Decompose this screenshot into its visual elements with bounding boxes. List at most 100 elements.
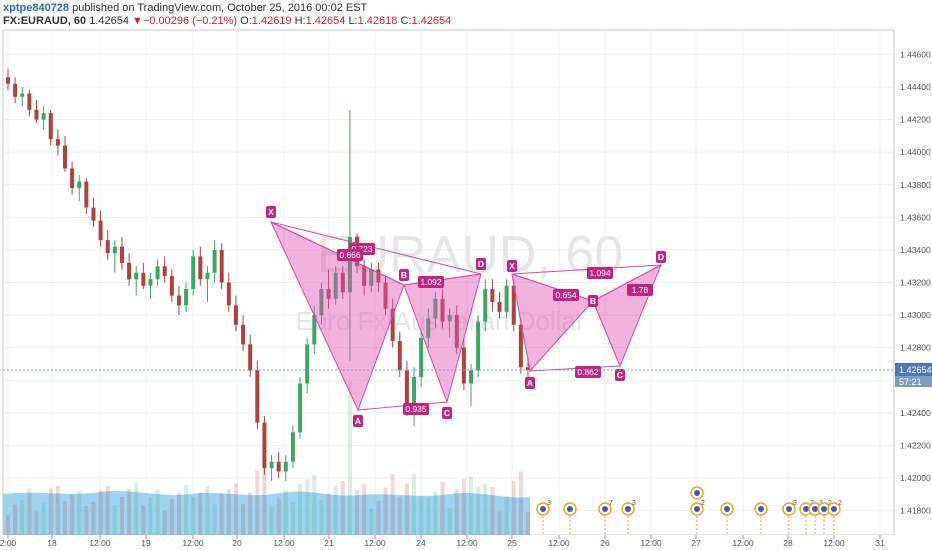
candle-body[interactable]	[290, 432, 295, 462]
candle-body[interactable]	[70, 168, 75, 189]
price-tick-label: 1.43000	[900, 310, 931, 320]
candle-body[interactable]	[262, 422, 267, 469]
volume-bar	[248, 492, 253, 535]
time-axis[interactable]	[0, 535, 894, 550]
time-tick-label: 26	[600, 538, 610, 548]
candle-body[interactable]	[504, 285, 509, 312]
candle-body[interactable]	[62, 145, 67, 169]
volume-bar	[91, 501, 96, 535]
candle-body[interactable]	[91, 207, 96, 221]
candle-body[interactable]	[233, 305, 238, 325]
candle-body[interactable]	[248, 344, 253, 371]
volume-bar	[105, 485, 110, 535]
volume-bar	[276, 498, 281, 535]
volume-bar	[226, 489, 231, 535]
candle-body[interactable]	[298, 383, 303, 433]
candle-body[interactable]	[490, 289, 495, 303]
volume-bar	[412, 473, 417, 535]
volume-bar	[483, 484, 488, 535]
candle-body[interactable]	[241, 324, 246, 345]
event-count: 3	[793, 500, 797, 507]
candle-body[interactable]	[84, 181, 89, 208]
candle-body[interactable]	[469, 370, 474, 384]
volume-bar	[98, 490, 103, 535]
volume-bar	[362, 484, 367, 535]
candle-body[interactable]	[276, 461, 281, 472]
calendar-event-dot	[694, 506, 700, 512]
candle-body[interactable]	[184, 289, 189, 306]
volume-bar	[20, 500, 25, 535]
candle-body[interactable]	[283, 461, 288, 472]
volume-bar	[504, 496, 509, 535]
volume-bar	[184, 484, 189, 535]
time-tick-label: 28	[783, 538, 793, 548]
calendar-event-dot	[567, 506, 573, 512]
pattern-point-label: B	[401, 270, 407, 280]
candle-body[interactable]	[27, 93, 32, 110]
calendar-event-dot	[821, 506, 827, 512]
volume-bar	[312, 475, 317, 535]
pattern-point-label: C	[617, 370, 623, 380]
candle-body[interactable]	[55, 139, 60, 146]
candle-body[interactable]	[155, 266, 160, 280]
candle-body[interactable]	[497, 302, 502, 312]
candle-body[interactable]	[169, 275, 174, 296]
candle-body[interactable]	[397, 341, 402, 371]
volume-bar	[70, 495, 75, 535]
candle-body[interactable]	[226, 282, 231, 306]
time-tick-label: 12:00	[182, 538, 204, 548]
volume-bar	[205, 486, 210, 535]
candle-body[interactable]	[191, 256, 196, 290]
volume-bar	[355, 490, 360, 535]
candle-body[interactable]	[419, 337, 424, 377]
price-tick-label: 1.41800	[900, 506, 931, 516]
candle-body[interactable]	[98, 220, 103, 241]
candle-body[interactable]	[176, 295, 181, 306]
candle-body[interactable]	[119, 246, 124, 263]
candle-body[interactable]	[198, 256, 203, 280]
candle-body[interactable]	[212, 249, 217, 273]
candle-body[interactable]	[20, 93, 25, 97]
price-chart[interactable]: EURAUD, 60 Euro Fx/Australian Dollar XAB…	[0, 0, 932, 550]
volume-bar	[255, 470, 260, 535]
time-tick-label: 21	[324, 538, 334, 548]
candle-body[interactable]	[105, 240, 110, 254]
calendar-event-dot	[625, 506, 631, 512]
candle-body[interactable]	[461, 347, 466, 384]
candle-body[interactable]	[269, 461, 274, 469]
candle-body[interactable]	[41, 113, 46, 120]
candle-body[interactable]	[205, 272, 210, 280]
candle-body[interactable]	[77, 181, 82, 189]
candle-body[interactable]	[148, 279, 153, 286]
candle-body[interactable]	[162, 266, 167, 276]
candle-body[interactable]	[112, 246, 117, 254]
ratio-value: 1.094	[589, 268, 611, 278]
volume-bar	[233, 483, 238, 535]
candle-body[interactable]	[48, 113, 53, 140]
candle-body[interactable]	[141, 272, 146, 286]
candle-body[interactable]	[219, 249, 224, 283]
volume-bar	[404, 483, 409, 535]
volume-bar	[13, 504, 18, 535]
volume-bar	[333, 485, 338, 535]
candle-body[interactable]	[127, 262, 132, 280]
candle-body[interactable]	[134, 272, 139, 280]
volume-bar	[461, 479, 466, 535]
candle-body[interactable]	[255, 370, 260, 423]
volume-bar	[62, 501, 67, 535]
candle-body[interactable]	[483, 289, 488, 322]
time-tick-label: 12:00	[640, 538, 662, 548]
volume-bar	[262, 467, 267, 535]
candle-body[interactable]	[34, 109, 39, 120]
time-tick-label: 12:00	[364, 538, 386, 548]
volume-bar	[440, 481, 445, 535]
candle-body[interactable]	[6, 77, 10, 84]
time-tick-label: 19	[141, 538, 151, 548]
candle-body[interactable]	[305, 344, 310, 384]
price-tick-label: 1.44000	[900, 147, 931, 157]
volume-bar	[454, 489, 459, 535]
calendar-event-dot	[803, 506, 809, 512]
candle-body[interactable]	[13, 83, 18, 97]
candle-body[interactable]	[476, 321, 481, 371]
price-tick-label: 1.44400	[900, 82, 931, 92]
